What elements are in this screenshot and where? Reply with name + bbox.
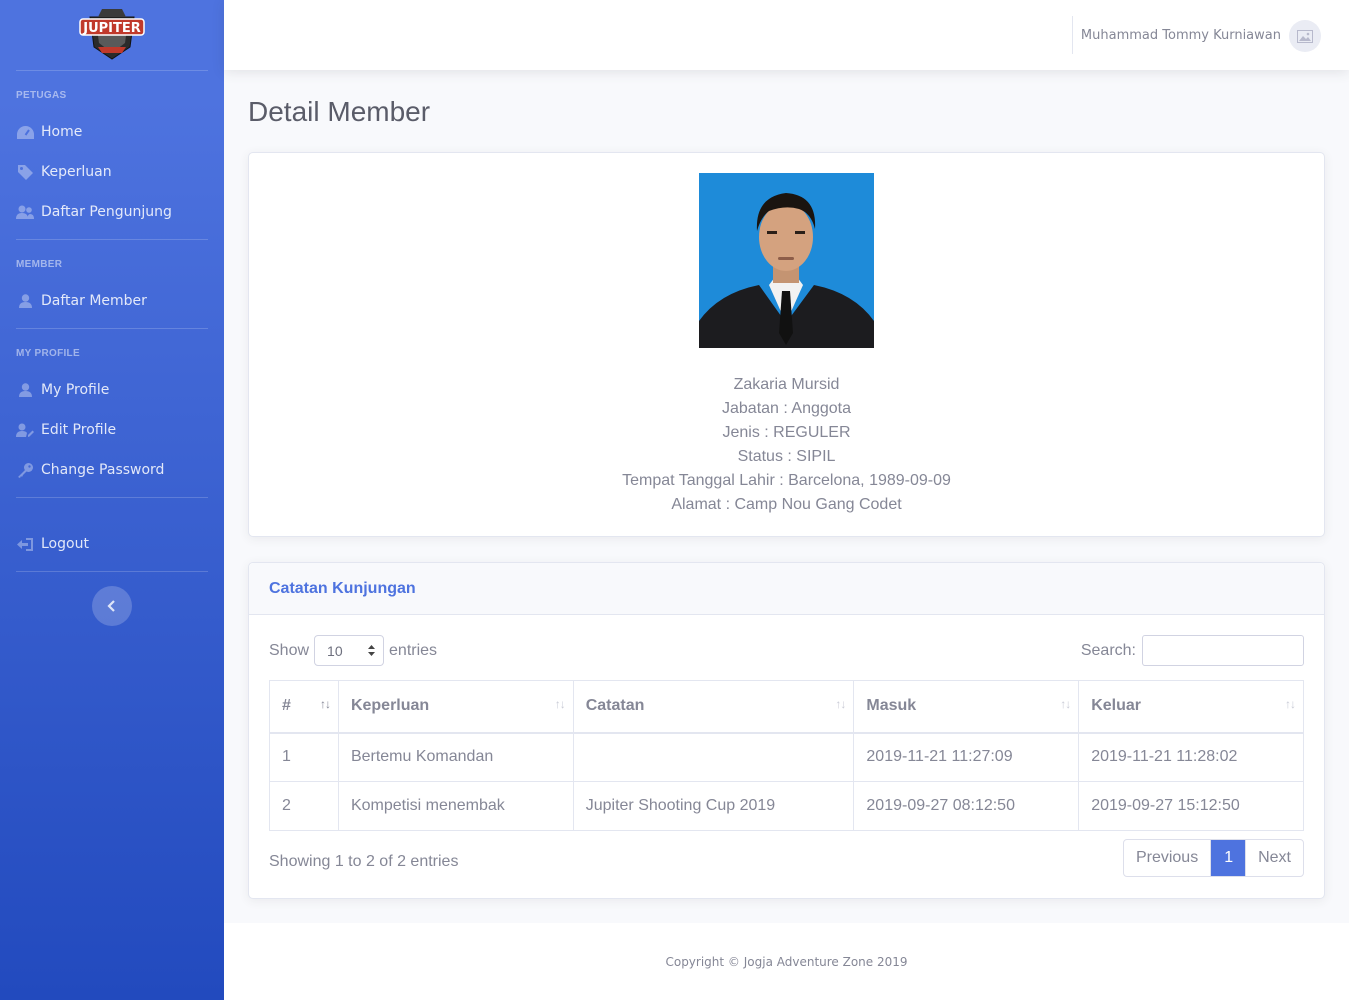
topbar: Muhammad Tommy Kurniawan [224,0,1349,70]
nav-home[interactable]: Home [0,112,224,152]
card-title: Catatan Kunjungan [269,579,416,597]
chevron-left-icon [107,600,115,612]
nav-logout[interactable]: Logout [0,524,224,564]
card-header: Catatan Kunjungan [249,563,1324,615]
sign-out-icon [16,535,34,553]
visit-table: # ↑↓ Keperluan ↑↓ Catatan ↑↓ Masuk ↑↓ Keluar… [269,680,1304,831]
cell-keluar: 2019-09-27 15:12:50 [1078,781,1304,831]
user-icon [16,292,34,310]
previous-page-button[interactable]: Previous [1124,840,1212,876]
page-1-button[interactable]: 1 [1211,840,1246,876]
member-status: Status : SIPIL [737,448,836,465]
next-page-button[interactable]: Next [1245,840,1303,876]
copyright-text: Copyright © Jogja Adventure Zone 2019 [665,954,908,969]
column-header-masuk[interactable]: Masuk ↑↓ [853,680,1080,734]
member-birth: Tempat Tanggal Lahir : Barcelona, 1989-0… [622,472,951,489]
member-jenis: Jenis : REGULER [722,424,851,441]
visit-log-card: Catatan Kunjungan Show 10 entries Search… [248,562,1325,899]
cell-masuk: 2019-11-21 11:27:09 [853,732,1080,782]
dashboard-icon [16,123,34,141]
nav-keperluan[interactable]: Keperluan [0,152,224,192]
sort-arrows-icon [368,645,376,656]
column-header-keluar[interactable]: Keluar ↑↓ [1078,680,1304,734]
nav-label: Daftar Pengunjung [41,204,172,220]
user-edit-icon [16,421,34,439]
table-header-row: # ↑↓ Keperluan ↑↓ Catatan ↑↓ Masuk ↑↓ Keluar… [269,680,1304,734]
nav-label: Home [41,124,83,140]
user-icon [16,381,34,399]
nav-label: Keperluan [41,164,112,180]
sort-icon: ↑↓ [1285,697,1296,711]
jupiter-logo[interactable]: JUPITER [76,3,148,61]
avatar[interactable] [1289,20,1321,52]
search-label: Search: [1080,641,1136,659]
brand[interactable]: JUPITER [0,0,224,70]
heading-my-profile: MY PROFILE [16,348,80,359]
heading-member: MEMBER [16,259,63,270]
search-input[interactable] [1142,635,1304,666]
footer: Copyright © Jogja Adventure Zone 2019 [224,923,1349,1000]
member-address: Alamat : Camp Nou Gang Codet [671,496,902,513]
cell-keperluan: Kompetisi menembak [337,781,574,831]
sort-icon: ↑↓ [319,697,331,711]
nav-label: Daftar Member [41,293,147,309]
nav-label: Logout [41,536,89,552]
tag-icon [16,163,34,181]
page-size-select[interactable]: 10 [314,635,385,666]
nav-label: Edit Profile [41,422,117,438]
table-row: 2 Kompetisi menembak Jupiter Shooting Cu… [269,781,1304,831]
sort-icon: ↑↓ [1060,697,1071,711]
cell-number: 1 [269,732,339,782]
pagination: Previous 1 Next [1122,839,1304,877]
sort-icon: ↑↓ [554,697,566,711]
page-title: Detail Member [248,96,431,127]
page-size-control: Show 10 entries [269,635,437,666]
cell-number: 2 [269,781,339,831]
member-info: Zakaria Mursid Jabatan : Anggota Jenis :… [249,373,1324,517]
nav-daftar-member[interactable]: Daftar Member [0,281,224,321]
column-header-catatan[interactable]: Catatan ↑↓ [572,680,855,734]
show-label: Show [269,641,310,659]
page-size-value: 10 [327,642,343,659]
heading-petugas: PETUGAS [16,90,67,101]
sort-icon: ↑↓ [835,697,846,711]
key-icon [16,461,34,479]
nav-label: My Profile [41,382,110,398]
topbar-divider [1072,16,1073,54]
entries-label: entries [389,641,438,659]
nav-change-password[interactable]: Change Password [0,450,224,490]
sidebar-divider [16,571,208,572]
sidebar-toggle-button[interactable] [92,586,132,626]
member-jabatan: Jabatan : Anggota [722,400,851,417]
cell-catatan [572,732,855,782]
cell-keluar: 2019-11-21 11:28:02 [1078,732,1304,782]
table-summary: Showing 1 to 2 of 2 entries [269,853,459,870]
nav-daftar-pengunjung[interactable]: Daftar Pengunjung [0,192,224,232]
cell-catatan: Jupiter Shooting Cup 2019 [572,781,855,831]
sidebar: JUPITER PETUGAS Home Keperluan Daftar Pe… [0,0,224,1000]
column-header-keperluan[interactable]: Keperluan ↑↓ [337,680,574,734]
column-header-number[interactable]: # ↑↓ [269,680,339,734]
nav-edit-profile[interactable]: Edit Profile [0,410,224,450]
cell-masuk: 2019-09-27 08:12:50 [853,781,1080,831]
image-icon [1297,29,1313,43]
member-profile-card: Zakaria Mursid Jabatan : Anggota Jenis :… [248,152,1325,537]
nav-label: Change Password [41,462,165,478]
user-name[interactable]: Muhammad Tommy Kurniawan [1081,28,1281,43]
member-photo [699,173,874,348]
table-row: 1 Bertemu Komandan 2019-11-21 11:27:09 2… [269,732,1304,782]
cell-keperluan: Bertemu Komandan [337,732,574,782]
svg-text:JUPITER: JUPITER [82,21,141,36]
table-search: Search: [1081,635,1304,666]
member-name: Zakaria Mursid [733,376,840,393]
users-icon [16,203,34,221]
nav-my-profile[interactable]: My Profile [0,370,224,410]
